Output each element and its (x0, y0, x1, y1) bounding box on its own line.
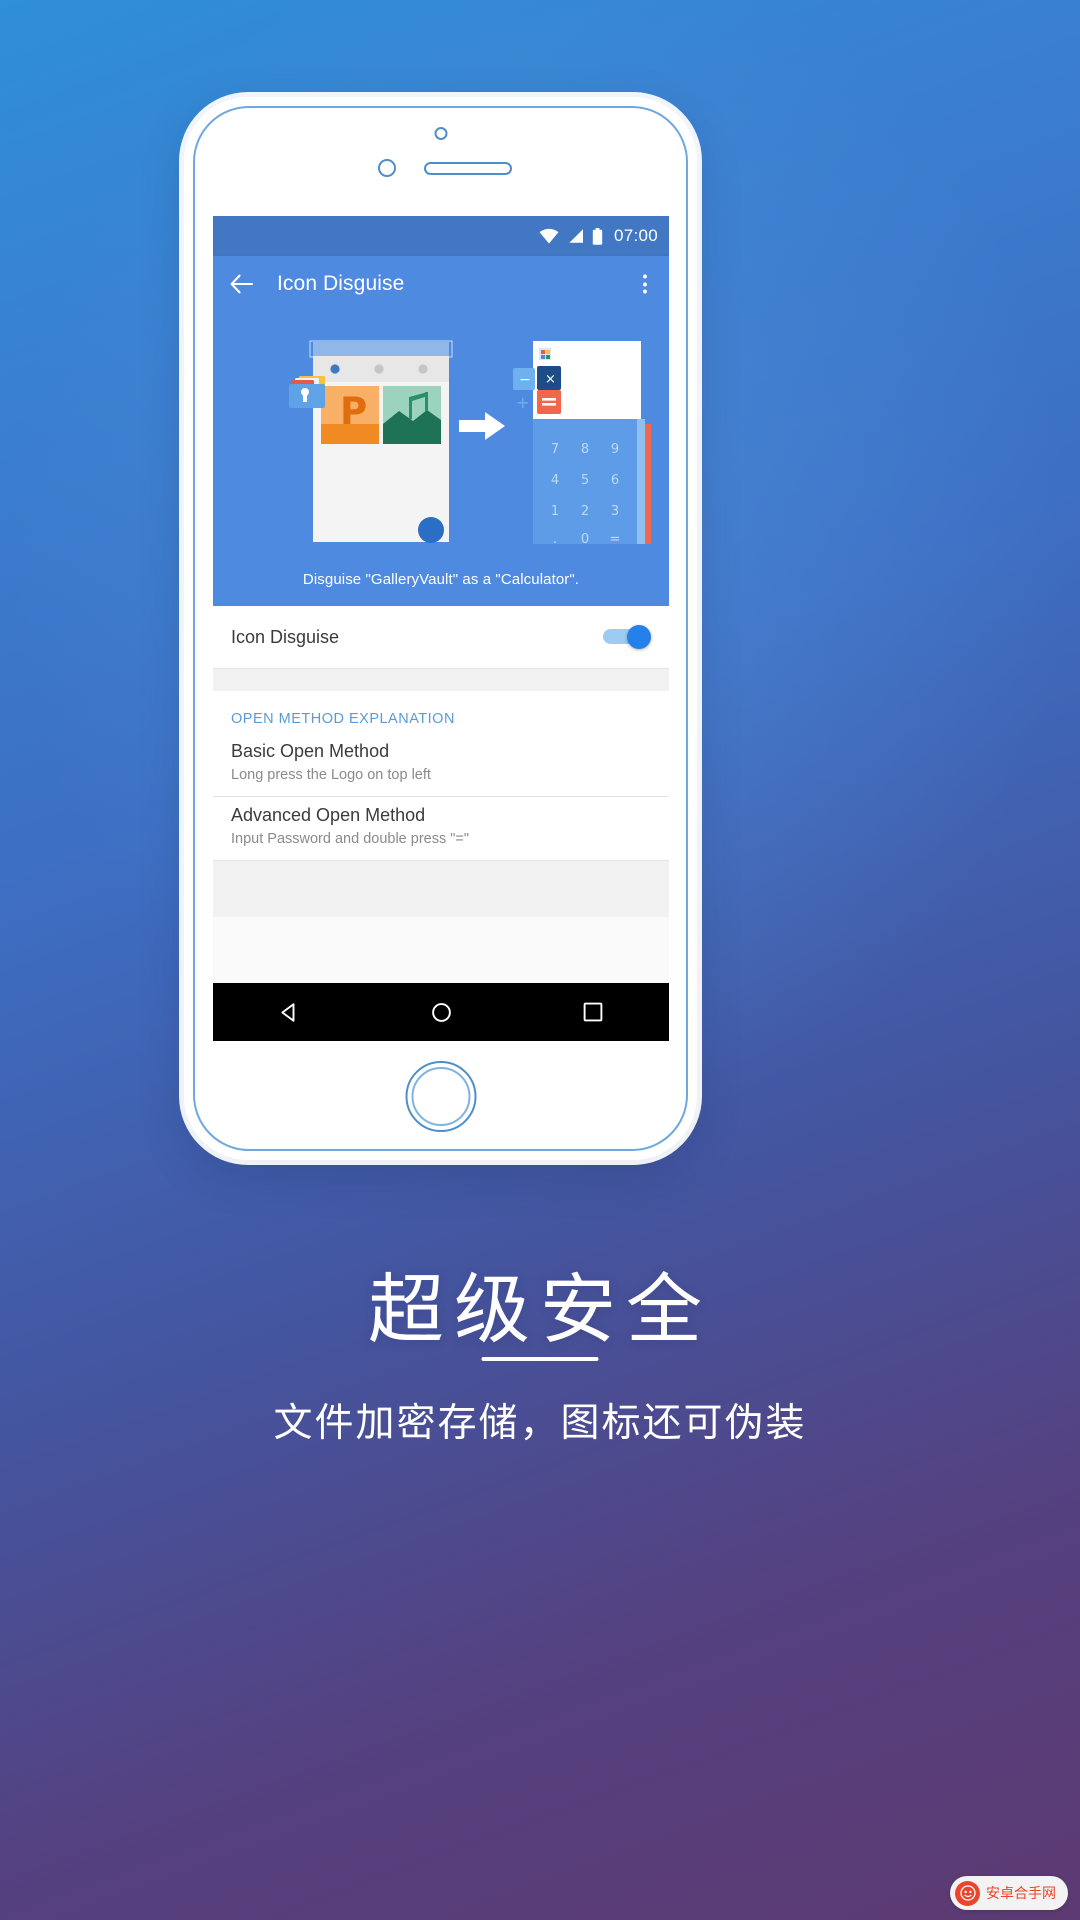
row-advanced-open-method-title: Advanced Open Method (231, 805, 426, 825)
marketing-headline: 超级安全 (368, 1265, 712, 1354)
toggle-knob (627, 625, 651, 649)
overflow-menu-icon[interactable] (639, 271, 651, 298)
svg-text:P: P (340, 390, 367, 433)
section-header-open-method: OPEN METHOD EXPLANATION (213, 691, 669, 733)
signal-icon (569, 229, 583, 243)
android-nav-bar (213, 983, 669, 1041)
status-bar: 07:00 (213, 216, 669, 256)
icon-disguise-toggle[interactable] (603, 625, 651, 649)
svg-text:−: − (519, 372, 531, 388)
nav-home-circle-icon[interactable] (415, 986, 467, 1038)
headline-divider (481, 1357, 599, 1361)
svg-text:2: 2 (581, 504, 589, 519)
site-watermark: 安卓合手网 (950, 1876, 1068, 1910)
phone-screen: 07:00 Icon Disguise P − × + 7 8 9 4 5 6 … (213, 216, 669, 1041)
list-bottom-filler (213, 861, 669, 917)
svg-text:8: 8 (581, 442, 589, 457)
camera-icon (434, 127, 447, 140)
app-bar: Icon Disguise (213, 256, 669, 312)
phone-mockup: 07:00 Icon Disguise P − × + 7 8 9 4 5 6 … (184, 97, 697, 1160)
marketing-subline: 文件加密存储，图标还可伪装 (273, 1401, 807, 1446)
back-arrow-icon[interactable] (227, 269, 257, 299)
svg-text:4: 4 (551, 473, 559, 488)
row-basic-open-method[interactable]: Basic Open Method Long press the Logo on… (213, 733, 669, 797)
svg-text:7: 7 (551, 442, 559, 457)
svg-text:1: 1 (551, 504, 559, 519)
svg-text:.: . (553, 532, 557, 547)
svg-text:=: = (610, 532, 621, 547)
illustration-banner: P − × + 7 8 9 4 5 6 1 2 3 . 0 = Disguise… (213, 312, 669, 606)
row-icon-disguise-label: Icon Disguise (231, 626, 340, 647)
row-icon-disguise[interactable]: Icon Disguise (213, 606, 669, 669)
nav-back-triangle-icon[interactable] (263, 986, 315, 1038)
home-button[interactable] (405, 1061, 476, 1132)
svg-text:×: × (545, 372, 556, 387)
speaker-icon (424, 162, 512, 175)
site-watermark-text: 安卓合手网 (986, 1886, 1056, 1902)
list-section-gap (213, 669, 669, 691)
disguise-illustration: P − × + 7 8 9 4 5 6 1 2 3 . 0 = (289, 340, 651, 547)
nav-recents-square-icon[interactable] (567, 986, 619, 1038)
row-basic-open-method-title: Basic Open Method (231, 741, 390, 761)
svg-text:9: 9 (611, 442, 619, 457)
app-bar-title: Icon Disguise (277, 272, 405, 295)
status-bar-time: 07:00 (613, 226, 658, 245)
row-advanced-open-method-subtitle: Input Password and double press "=" (231, 831, 470, 847)
svg-text:5: 5 (581, 473, 589, 488)
svg-text:+: + (516, 393, 529, 412)
wifi-icon (539, 228, 559, 244)
row-basic-open-method-subtitle: Long press the Logo on top left (231, 767, 431, 783)
settings-list: Icon Disguise OPEN METHOD EXPLANATION Ba… (213, 606, 669, 917)
site-logo-icon (955, 1880, 980, 1906)
svg-text:3: 3 (611, 504, 619, 519)
svg-text:6: 6 (611, 473, 619, 488)
svg-text:0: 0 (581, 532, 589, 547)
sensor-icon (378, 159, 396, 177)
battery-icon (592, 227, 603, 245)
banner-caption: Disguise "GalleryVault" as a "Calculator… (302, 571, 580, 588)
row-advanced-open-method[interactable]: Advanced Open Method Input Password and … (213, 797, 669, 861)
